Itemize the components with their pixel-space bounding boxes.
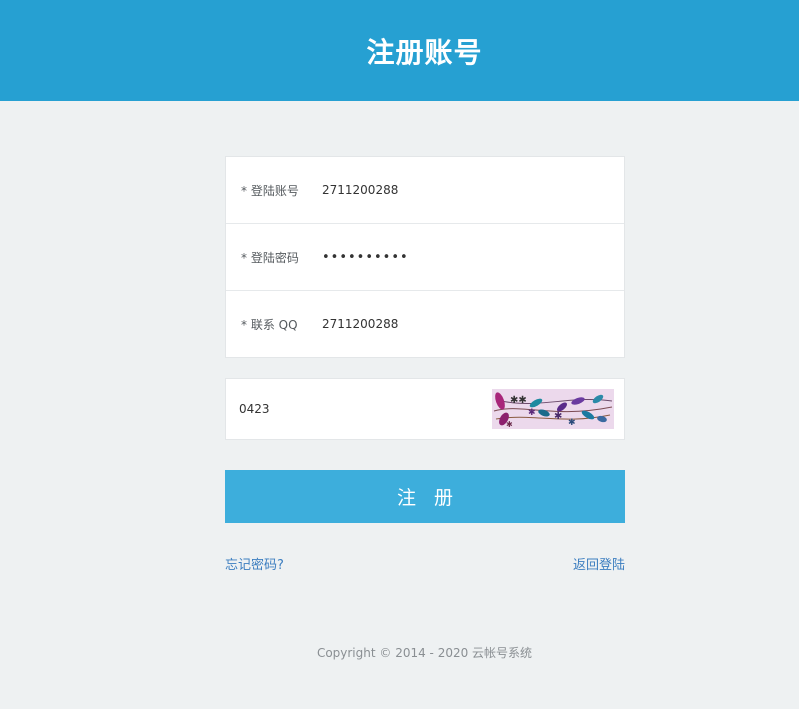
copyright-footer: Copyright © 2014 - 2020 云帐号系统 xyxy=(316,646,533,660)
account-label: * 登陆账号 xyxy=(241,183,299,198)
svg-text:✱✱: ✱✱ xyxy=(510,395,527,406)
registration-form: * 登陆账号 * 登陆密码 * 联系 QQ xyxy=(225,156,625,358)
svg-text:✱: ✱ xyxy=(568,418,576,428)
password-input[interactable] xyxy=(322,249,602,265)
svg-text:✱: ✱ xyxy=(528,408,536,418)
account-input[interactable] xyxy=(322,183,602,197)
page-title: 注册账号 xyxy=(366,35,483,69)
back-to-login-link[interactable]: 返回登陆 xyxy=(573,554,625,573)
qq-row: * 联系 QQ xyxy=(226,291,624,357)
captcha-row: ✱✱ ✱ ✱ ✱ ✱ xyxy=(225,378,625,440)
captcha-input[interactable] xyxy=(239,402,459,416)
qq-label: * 联系 QQ xyxy=(241,317,298,332)
password-row: * 登陆密码 xyxy=(226,224,624,291)
svg-text:✱: ✱ xyxy=(506,420,513,429)
captcha-pattern-icon: ✱✱ ✱ ✱ ✱ ✱ xyxy=(492,389,614,429)
captcha-image[interactable]: ✱✱ ✱ ✱ ✱ ✱ xyxy=(492,389,614,429)
register-button[interactable]: 注 册 xyxy=(225,470,625,523)
svg-text:✱: ✱ xyxy=(554,411,562,422)
forgot-password-link[interactable]: 忘记密码? xyxy=(225,554,284,573)
page-header: 注册账号 xyxy=(0,0,799,101)
qq-input[interactable] xyxy=(322,317,602,331)
account-row: * 登陆账号 xyxy=(226,157,624,224)
password-label: * 登陆密码 xyxy=(241,250,299,265)
